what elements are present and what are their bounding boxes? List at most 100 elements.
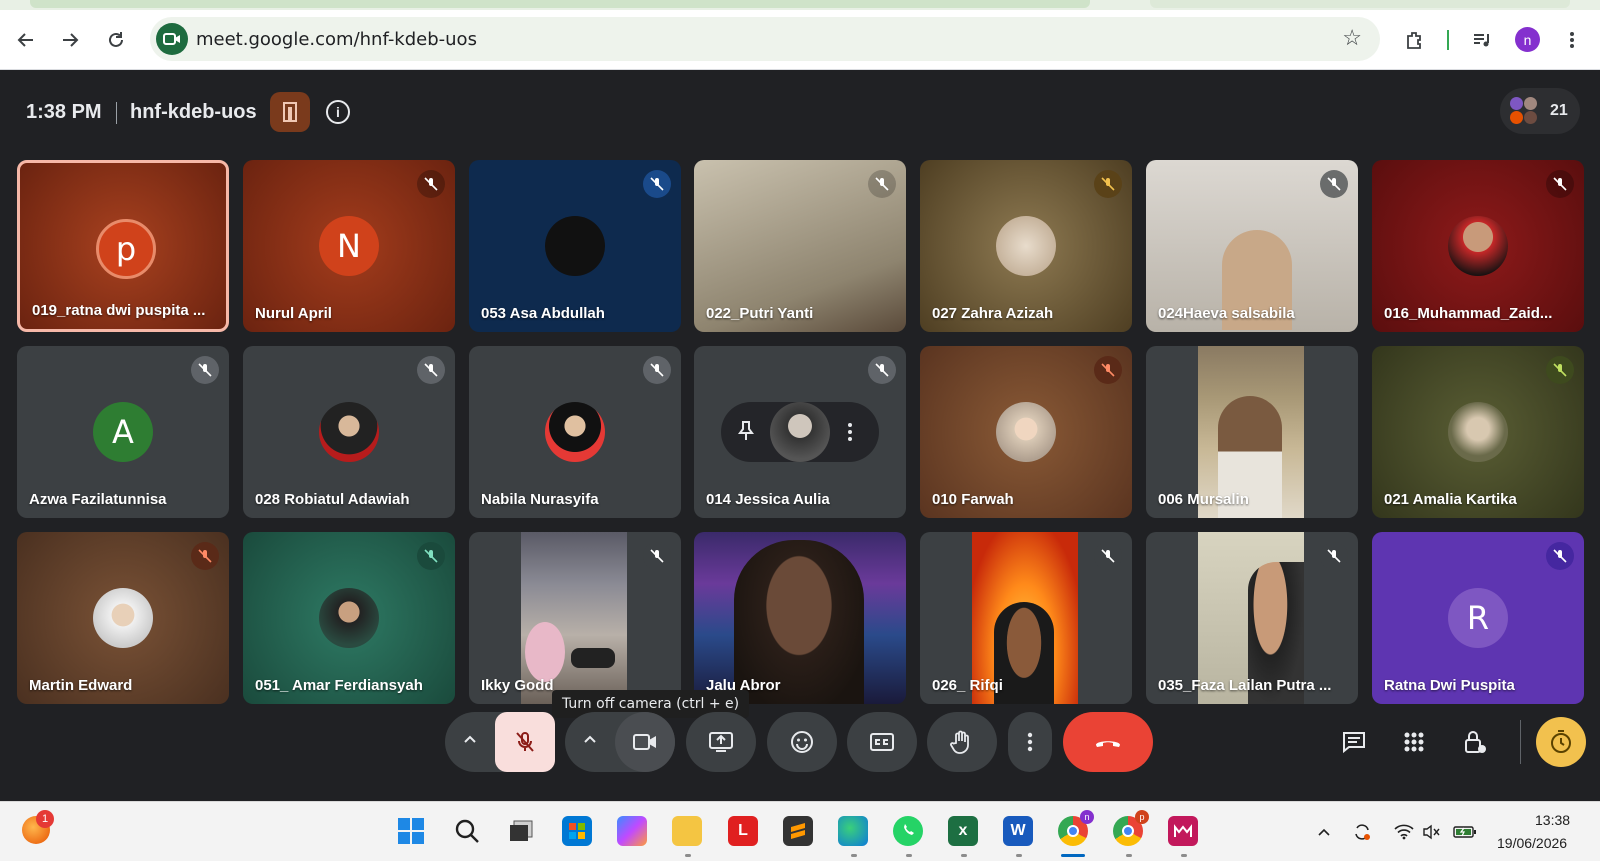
profile-avatar[interactable]: n (1515, 27, 1540, 52)
windows-start-icon[interactable] (396, 816, 426, 846)
participant-tile[interactable]: Ikky Godd (469, 532, 681, 704)
sublime-text-icon[interactable] (783, 816, 813, 846)
participant-avatar (545, 216, 605, 276)
participant-name: Azwa Fazilatunnisa (29, 491, 167, 508)
chrome-profile-badge: n (1080, 810, 1094, 824)
participant-avatar (996, 216, 1056, 276)
timer-button[interactable] (1536, 717, 1586, 767)
search-icon[interactable] (452, 816, 482, 846)
participant-name: Ratna Dwi Puspita (1384, 677, 1515, 694)
leave-call-button[interactable] (1063, 712, 1153, 772)
sync-icon[interactable] (1350, 820, 1374, 844)
volume-muted-icon[interactable] (1420, 820, 1444, 844)
running-indicator (685, 854, 691, 857)
meeting-info-icon[interactable]: i (326, 100, 350, 124)
participant-tile[interactable]: p 019_ratna dwi puspita ... (17, 160, 229, 332)
browser-menu-icon[interactable] (1556, 24, 1588, 56)
clock-date[interactable]: 19/06/2026 (1497, 835, 1567, 851)
raise-hand-button[interactable] (927, 712, 997, 772)
reload-icon[interactable] (100, 24, 132, 56)
participant-tile[interactable]: 021 Amalia Kartika (1372, 346, 1584, 518)
participant-avatar (1448, 402, 1508, 462)
more-options-icon[interactable] (847, 421, 853, 448)
participant-tile[interactable]: N Nurul April (243, 160, 455, 332)
participant-tile[interactable]: A Azwa Fazilatunnisa (17, 346, 229, 518)
participant-name: 027 Zahra Azizah (932, 305, 1054, 322)
pin-icon[interactable] (737, 420, 755, 447)
show-hidden-icons-chevron-icon[interactable] (1312, 820, 1336, 844)
participant-tile[interactable]: 035_Faza Lailan Putra ... (1146, 532, 1358, 704)
participant-tile[interactable]: 022_Putri Yanti (694, 160, 906, 332)
mic-toggle-button[interactable] (495, 712, 555, 772)
back-icon[interactable] (10, 24, 42, 56)
participant-name: 028 Robiatul Adawiah (255, 491, 410, 508)
forward-icon[interactable] (54, 24, 86, 56)
participant-tile[interactable]: Martin Edward (17, 532, 229, 704)
media-control-icon[interactable] (1466, 24, 1498, 56)
captions-button[interactable] (847, 712, 917, 772)
address-bar[interactable]: meet.google.com/hnf-kdeb-uos ☆ (150, 17, 1380, 61)
mic-off-icon (1546, 542, 1574, 570)
notification-badge: 1 (36, 810, 54, 828)
running-indicator (1016, 854, 1022, 857)
participant-tile[interactable]: 053 Asa Abdullah (469, 160, 681, 332)
inactive-tab[interactable] (1150, 0, 1570, 8)
meet-site-icon[interactable] (156, 23, 188, 55)
raise-hand-icon (950, 730, 969, 754)
chat-button[interactable] (1334, 722, 1374, 762)
participants-chip[interactable]: 21 (1500, 88, 1580, 134)
participant-tile[interactable]: Jalu Abror (694, 532, 906, 704)
participant-tile[interactable]: 028 Robiatul Adawiah (243, 346, 455, 518)
participant-tile[interactable]: 051_ Amar Ferdiansyah (243, 532, 455, 704)
participant-tile[interactable]: 014 Jessica Aulia (694, 346, 906, 518)
word-icon[interactable]: W (1003, 816, 1033, 846)
wifi-icon[interactable] (1392, 820, 1416, 844)
task-view-icon[interactable] (506, 816, 536, 846)
participant-tile[interactable]: 027 Zahra Azizah (920, 160, 1132, 332)
whatsapp-icon[interactable] (893, 816, 923, 846)
mic-control-group (445, 712, 555, 772)
participant-tile[interactable]: R Ratna Dwi Puspita (1372, 532, 1584, 704)
participant-avatar: R (1448, 588, 1508, 648)
host-controls-button[interactable] (1455, 722, 1495, 762)
room-icon[interactable] (270, 92, 310, 132)
active-tab[interactable] (30, 0, 1090, 8)
participant-avatar: N (319, 216, 379, 276)
running-indicator (1126, 854, 1132, 857)
participant-tile[interactable]: Nabila Nurasyifa (469, 346, 681, 518)
participant-tile[interactable]: 006 Mursalin (1146, 346, 1358, 518)
participant-name: 053 Asa Abdullah (481, 305, 605, 322)
extensions-icon[interactable] (1398, 24, 1430, 56)
file-explorer-icon[interactable] (672, 816, 702, 846)
edge-icon[interactable] (838, 816, 868, 846)
participant-avatar (770, 402, 830, 462)
participant-count: 21 (1550, 102, 1568, 119)
excel-icon[interactable]: x (948, 816, 978, 846)
present-screen-button[interactable] (686, 712, 756, 772)
app-red-icon[interactable] (1168, 816, 1198, 846)
mic-off-icon (1320, 170, 1348, 198)
clock-time[interactable]: 13:38 (1535, 812, 1570, 828)
bookmark-star-icon[interactable]: ☆ (1342, 25, 1362, 51)
reactions-button[interactable] (767, 712, 837, 772)
participant-tile[interactable]: 016_Muhammad_Zaid... (1372, 160, 1584, 332)
mic-off-icon (191, 542, 219, 570)
mic-options-chevron-icon[interactable] (463, 732, 477, 751)
url-text[interactable]: meet.google.com/hnf-kdeb-uos (196, 29, 477, 50)
camera-toggle-button[interactable] (615, 712, 675, 772)
participant-tile[interactable]: 010 Farwah (920, 346, 1132, 518)
more-options-button[interactable] (1008, 712, 1052, 772)
mic-off-icon (1094, 170, 1122, 198)
battery-charging-icon[interactable] (1453, 820, 1477, 844)
participant-name: Martin Edward (29, 677, 133, 694)
participant-avatar (319, 588, 379, 648)
timer-icon (1551, 730, 1571, 753)
microsoft-store-icon[interactable] (562, 816, 592, 846)
activities-button[interactable] (1394, 722, 1434, 762)
participant-tile[interactable]: 026_ Rifqi (920, 532, 1132, 704)
app-l-icon[interactable]: L (728, 816, 758, 846)
participant-tile[interactable]: 024Haeva salsabila (1146, 160, 1358, 332)
camera-options-chevron-icon[interactable] (583, 732, 597, 751)
copilot-icon[interactable] (617, 816, 647, 846)
emoji-icon (791, 731, 813, 753)
